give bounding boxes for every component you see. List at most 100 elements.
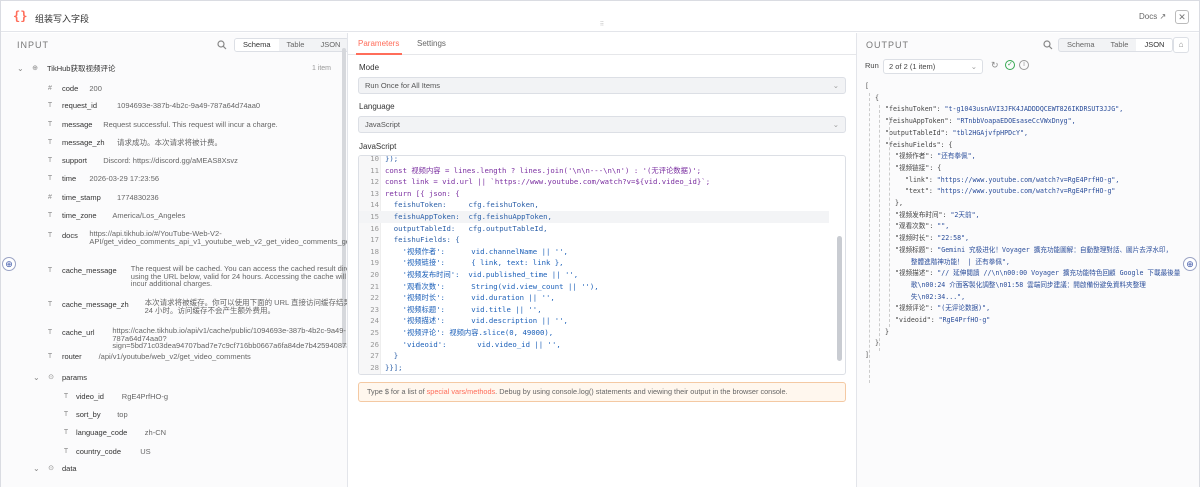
code-text: feishuToken: cfg.feishuToken,	[385, 200, 539, 210]
code-line: 14 feishuToken: cfg.feishuToken,	[359, 199, 829, 211]
input-field-row: # code 200	[1, 80, 341, 97]
indent-guide	[869, 93, 870, 383]
drag-handle-right-icon[interactable]: ⊕	[1183, 257, 1197, 271]
field-value: 1094693e-387b-4b2c-9a49-787a64d74aa0	[117, 101, 261, 110]
tab-settings[interactable]: Settings	[417, 39, 446, 48]
code-editor[interactable]: 10}); 11 const 视频内容 = lines.length ? lines…	[358, 155, 846, 375]
mode-select[interactable]: Run Once for All Items ⌄	[358, 77, 846, 94]
json-key: "视频标题":	[895, 245, 938, 254]
code-text: feishuAppToken: cfg.feishuAppToken,	[385, 212, 552, 221]
chevron-down-icon[interactable]: ⌄	[17, 60, 24, 77]
search-icon[interactable]	[1043, 40, 1053, 50]
field-key: country_code	[76, 447, 122, 456]
panel-drag-icon[interactable]: ⠿	[597, 21, 607, 29]
json-key: "feishuToken":	[885, 105, 945, 114]
input-field-row: Tmessage Request successful. This request…	[1, 116, 341, 133]
docs-link[interactable]: Docs ↗	[1139, 12, 1166, 21]
field-type-icon: T	[47, 175, 53, 182]
field-key: message	[62, 120, 93, 129]
field-value: https://api.tikhub.io/#/YouTube-Web-V2-A…	[89, 229, 348, 246]
input-node-row[interactable]: ⌄ ⊕ TikHub获取视频评论 1 item	[1, 60, 341, 77]
active-tab-indicator	[356, 53, 402, 55]
chevron-down-icon: ⌄	[970, 62, 977, 71]
code-text: '视频发布时间': vid.published_time || '',	[385, 270, 579, 279]
data-row[interactable]: ⌄ ⊙ data	[1, 460, 341, 477]
field-key: cache_message_zh	[62, 300, 129, 309]
output-tab-schema[interactable]: Schema	[1059, 39, 1103, 51]
field-type-icon: T	[63, 448, 69, 455]
field-key: time_zone	[62, 211, 97, 220]
mode-label: Mode	[359, 63, 380, 72]
field-key: code	[62, 84, 79, 93]
input-field-row: Tcache_message_zh 本次请求将被缓存。你可以使用下面的 URL 直…	[1, 296, 347, 314]
line-number: 22	[370, 293, 379, 303]
tab-parameters[interactable]: Parameters	[358, 39, 399, 48]
field-type-icon: #	[48, 194, 52, 201]
language-select-value: JavaScript	[365, 120, 401, 129]
code-text: }}];	[385, 362, 403, 372]
code-line: 17 feishuFields: {	[359, 234, 829, 246]
output-tab-table[interactable]: Table	[1103, 39, 1137, 51]
code-node-icon: {}	[13, 9, 28, 23]
indent-guide	[889, 117, 890, 327]
code-line: 21 '观看次数': String(vid.view_count || ''),	[359, 281, 829, 293]
json-key: "text":	[905, 187, 937, 196]
field-type-icon: T	[47, 102, 53, 109]
json-line: }	[885, 327, 889, 339]
json-value: "t-g1043usnAVI3JFK4JADDDQCEWT826IKDRSUT3…	[944, 105, 1124, 114]
node-title[interactable]: 组装写入字段	[35, 12, 89, 25]
json-value: "",	[937, 222, 950, 231]
json-line: "videoid": "RgE4PrfHO-g"	[895, 315, 990, 327]
output-tab-json[interactable]: JSON	[1136, 39, 1173, 51]
run-label: Run	[865, 61, 879, 70]
json-key: "feishuAppToken":	[885, 117, 957, 126]
json-value: 整體進階神功能！ | 还有拳佩",	[895, 257, 1010, 266]
chevron-down-icon: ⌄	[832, 81, 839, 90]
drag-handle-left-icon[interactable]: ⊕	[2, 257, 16, 271]
input-tab-table[interactable]: Table	[279, 39, 313, 51]
parameter-tabs: Parameters Settings	[348, 33, 856, 55]
info-icon[interactable]: i	[1019, 60, 1029, 70]
input-tab-schema[interactable]: Schema	[235, 39, 279, 51]
close-icon[interactable]: ✕	[1175, 10, 1189, 24]
code-text: '观看次数': String(vid.view_count || ''),	[385, 281, 599, 291]
input-field-row: Tdocs https://api.tikhub.io/#/YouTube-Web…	[1, 227, 348, 246]
output-title: OUTPUT	[866, 40, 909, 50]
code-line: 16 outputTableId: cfg.outputTableId,	[359, 223, 829, 235]
json-key: "feishuFields": {	[885, 140, 953, 149]
field-key: router	[62, 352, 82, 361]
input-field-row: Ttime_zone America/Los_Angeles	[1, 207, 341, 224]
line-number: 15	[370, 212, 379, 221]
editor-scrollbar[interactable]	[837, 236, 842, 361]
field-value: 请求成功。本次请求将被计费。	[117, 138, 222, 147]
pin-data-button[interactable]: ⌂	[1173, 37, 1189, 53]
field-key: support	[62, 156, 88, 165]
chevron-down-icon[interactable]: ⌄	[33, 460, 40, 477]
field-key: time_stamp	[62, 193, 101, 202]
special-vars-link[interactable]: special vars/methods	[427, 387, 496, 396]
refresh-icon[interactable]: ↻	[991, 60, 999, 71]
field-type-icon: T	[63, 429, 69, 436]
chevron-down-icon[interactable]: ⌄	[33, 369, 40, 386]
line-number: 25	[370, 328, 379, 337]
json-line: 歌\n00:24 介面客製化調整\n01:58 雲端同步建議：開啟備份避免資料夾…	[895, 280, 1146, 292]
field-key: language_code	[76, 428, 128, 437]
json-value: "还有拳佩",	[937, 152, 976, 161]
json-line: "视频作者": "还有拳佩",	[895, 151, 976, 163]
field-type-icon: T	[63, 393, 69, 400]
code-line: 11 const 视频内容 = lines.length ? lines.join…	[359, 165, 829, 177]
field-key: docs	[62, 231, 78, 240]
field-value: 2026-03-29 17:23:56	[89, 174, 160, 183]
params-row[interactable]: ⌄ ⊙ params	[1, 369, 341, 386]
language-select[interactable]: JavaScript ⌄	[358, 116, 846, 133]
data-key: data	[62, 464, 77, 473]
param-field-row: Tcountry_code US	[1, 443, 341, 460]
indent-guide	[879, 105, 880, 351]
json-value: "RgE4PrfHO-g"	[938, 316, 991, 324]
output-view-switch: Schema Table JSON	[1058, 38, 1174, 52]
mode-select-value: Run Once for All Items	[365, 81, 441, 90]
json-line: [	[865, 81, 869, 93]
code-node-editor: {} 组装写入字段 Docs ↗ ✕ INPUT Schema Table JS…	[0, 0, 1200, 487]
search-icon[interactable]	[217, 40, 227, 50]
run-select[interactable]: 2 of 2 (1 item) ⌄	[883, 59, 983, 74]
